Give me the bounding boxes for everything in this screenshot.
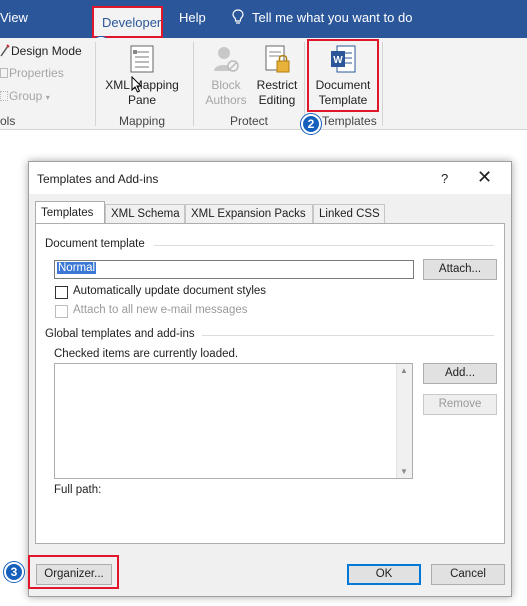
group-icon [0, 91, 8, 101]
attach-button[interactable]: Attach... [423, 259, 497, 280]
design-mode-label: Design Mode [11, 44, 82, 58]
dialog-title: Templates and Add-ins [37, 172, 159, 186]
chevron-down-icon: ▾ [45, 93, 50, 102]
remove-button[interactable]: Remove [423, 394, 497, 415]
properties-label: Properties [9, 66, 64, 80]
highlight-document-template [307, 39, 379, 112]
attach-email-label: Attach to all new e-mail messages [73, 304, 248, 316]
group-separator [382, 42, 383, 126]
block-authors-button[interactable]: Block Authors [198, 42, 254, 110]
group-separator [304, 42, 305, 126]
tab-linked-css[interactable]: Linked CSS [313, 204, 385, 224]
tab-xml-schema[interactable]: XML Schema [105, 204, 185, 224]
design-mode-button[interactable]: Design Mode [0, 43, 82, 58]
xml-mapping-pane-button[interactable]: XML Mapping Pane [100, 42, 184, 110]
xml-mapping-icon [130, 45, 154, 73]
templates-panel: Document template Normal Attach... Autom… [35, 223, 505, 544]
controls-group-label: ols [0, 114, 16, 128]
lightbulb-icon [232, 9, 244, 24]
auto-update-label: Automatically update document styles [73, 285, 267, 297]
cancel-button[interactable]: Cancel [431, 564, 505, 585]
properties-button[interactable]: Properties [0, 66, 64, 80]
group-label: Group [9, 89, 43, 103]
full-path-label: Full path: [54, 484, 102, 496]
properties-icon [0, 68, 8, 78]
design-mode-icon [0, 44, 10, 57]
ribbon-body: Design Mode Properties Group ▾ ols XML M… [0, 38, 527, 130]
step-badge-2: 2 [301, 114, 321, 134]
group-separator [95, 42, 96, 126]
group-separator [193, 42, 194, 126]
global-templates-list[interactable]: ▲ ▼ [54, 363, 413, 479]
template-path-value: Normal [57, 262, 97, 274]
restrict-editing-button[interactable]: Restrict Editing [252, 42, 302, 110]
close-icon[interactable]: ✕ [477, 167, 492, 188]
tell-me-search[interactable]: Tell me what you want to do [232, 9, 412, 25]
template-path-input[interactable]: Normal [54, 260, 414, 279]
block-authors-label: Block Authors [205, 78, 247, 107]
global-templates-label: Global templates and add-ins [45, 328, 195, 340]
restrict-editing-icon [265, 45, 290, 73]
protect-group-label: Protect [230, 114, 269, 128]
document-template-label: Document template [45, 238, 145, 250]
list-scrollbar[interactable]: ▲ ▼ [396, 364, 412, 478]
auto-update-checkbox[interactable] [55, 286, 68, 299]
tab-templates[interactable]: Templates [35, 201, 105, 225]
templates-addins-dialog: Templates and Add-ins ? ✕ Templates XML … [28, 161, 512, 597]
tab-xml-expansion-packs[interactable]: XML Expansion Packs [185, 204, 313, 224]
scroll-up-icon[interactable]: ▲ [400, 366, 408, 375]
tab-help[interactable]: Help [179, 10, 206, 25]
step-badge-3: 3 [4, 562, 24, 582]
mouse-cursor-icon [131, 76, 143, 93]
tab-view[interactable]: View [0, 10, 28, 25]
tell-me-text: Tell me what you want to do [252, 10, 413, 25]
ribbon-tab-bar: View Developer Help Tell me what you wan… [0, 0, 527, 38]
attach-email-checkbox[interactable] [55, 305, 68, 318]
section-divider [202, 335, 494, 336]
highlight-organizer [28, 555, 119, 589]
add-button[interactable]: Add... [423, 363, 497, 384]
help-icon[interactable]: ? [441, 171, 448, 186]
restrict-editing-label: Restrict Editing [256, 78, 298, 107]
mapping-group-label: Mapping [119, 114, 166, 128]
ok-button[interactable]: OK [347, 564, 421, 585]
templates-group-label: Templates [322, 114, 377, 128]
scroll-down-icon[interactable]: ▼ [400, 467, 408, 476]
block-authors-icon [214, 47, 239, 72]
dialog-title-bar: Templates and Add-ins ? ✕ [29, 162, 511, 194]
checked-items-note: Checked items are currently loaded. [54, 348, 239, 360]
tab-developer[interactable]: Developer [92, 6, 163, 38]
group-button[interactable]: Group ▾ [0, 89, 50, 103]
section-divider [154, 245, 494, 246]
